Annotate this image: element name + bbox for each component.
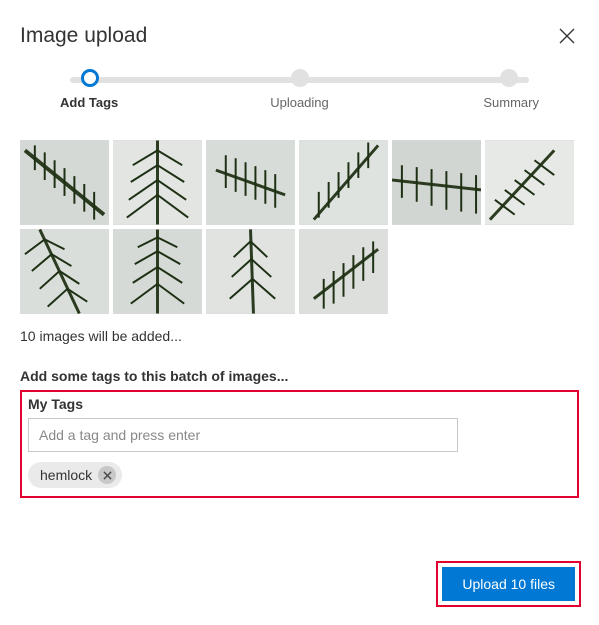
thumbnail[interactable] [20, 229, 109, 314]
thumbnail[interactable] [392, 140, 481, 225]
dialog-footer: Upload 10 files [436, 561, 581, 607]
step-dot [500, 69, 518, 87]
tag-prompt-text: Add some tags to this batch of images... [20, 368, 579, 384]
upload-button-highlight: Upload 10 files [436, 561, 581, 607]
image-upload-dialog: Image upload Add Tags Uploading Summary [0, 0, 599, 524]
tag-input[interactable] [28, 418, 458, 452]
dialog-header: Image upload [20, 24, 579, 51]
upload-button[interactable]: Upload 10 files [442, 567, 575, 601]
step-summary: Summary [479, 69, 539, 110]
thumbnail[interactable] [113, 229, 202, 314]
thumbnail[interactable] [206, 229, 295, 314]
dialog-title: Image upload [20, 24, 147, 48]
upload-count-text: 10 images will be added... [20, 328, 579, 344]
thumbnail[interactable] [113, 140, 202, 225]
thumbnail[interactable] [299, 229, 388, 314]
step-add-tags: Add Tags [60, 69, 120, 110]
thumbnail[interactable] [299, 140, 388, 225]
thumbnail[interactable] [485, 140, 574, 225]
step-label: Summary [483, 95, 539, 110]
remove-tag-button[interactable] [98, 466, 116, 484]
close-button[interactable] [555, 24, 579, 51]
step-uploading: Uploading [270, 69, 330, 110]
progress-stepper: Add Tags Uploading Summary [60, 69, 539, 110]
tag-chips: hemlock [28, 462, 571, 488]
step-label: Uploading [270, 95, 329, 110]
close-icon [103, 468, 112, 483]
step-dot [291, 69, 309, 87]
tag-chip[interactable]: hemlock [28, 462, 122, 488]
thumbnail-grid [20, 140, 579, 314]
thumbnail[interactable] [20, 140, 109, 225]
thumbnail[interactable] [206, 140, 295, 225]
close-icon [559, 32, 575, 47]
tag-chip-label: hemlock [40, 467, 92, 483]
step-label: Add Tags [60, 95, 118, 110]
my-tags-label: My Tags [28, 396, 571, 412]
step-dot [81, 69, 99, 87]
tags-section: My Tags hemlock [20, 390, 579, 498]
